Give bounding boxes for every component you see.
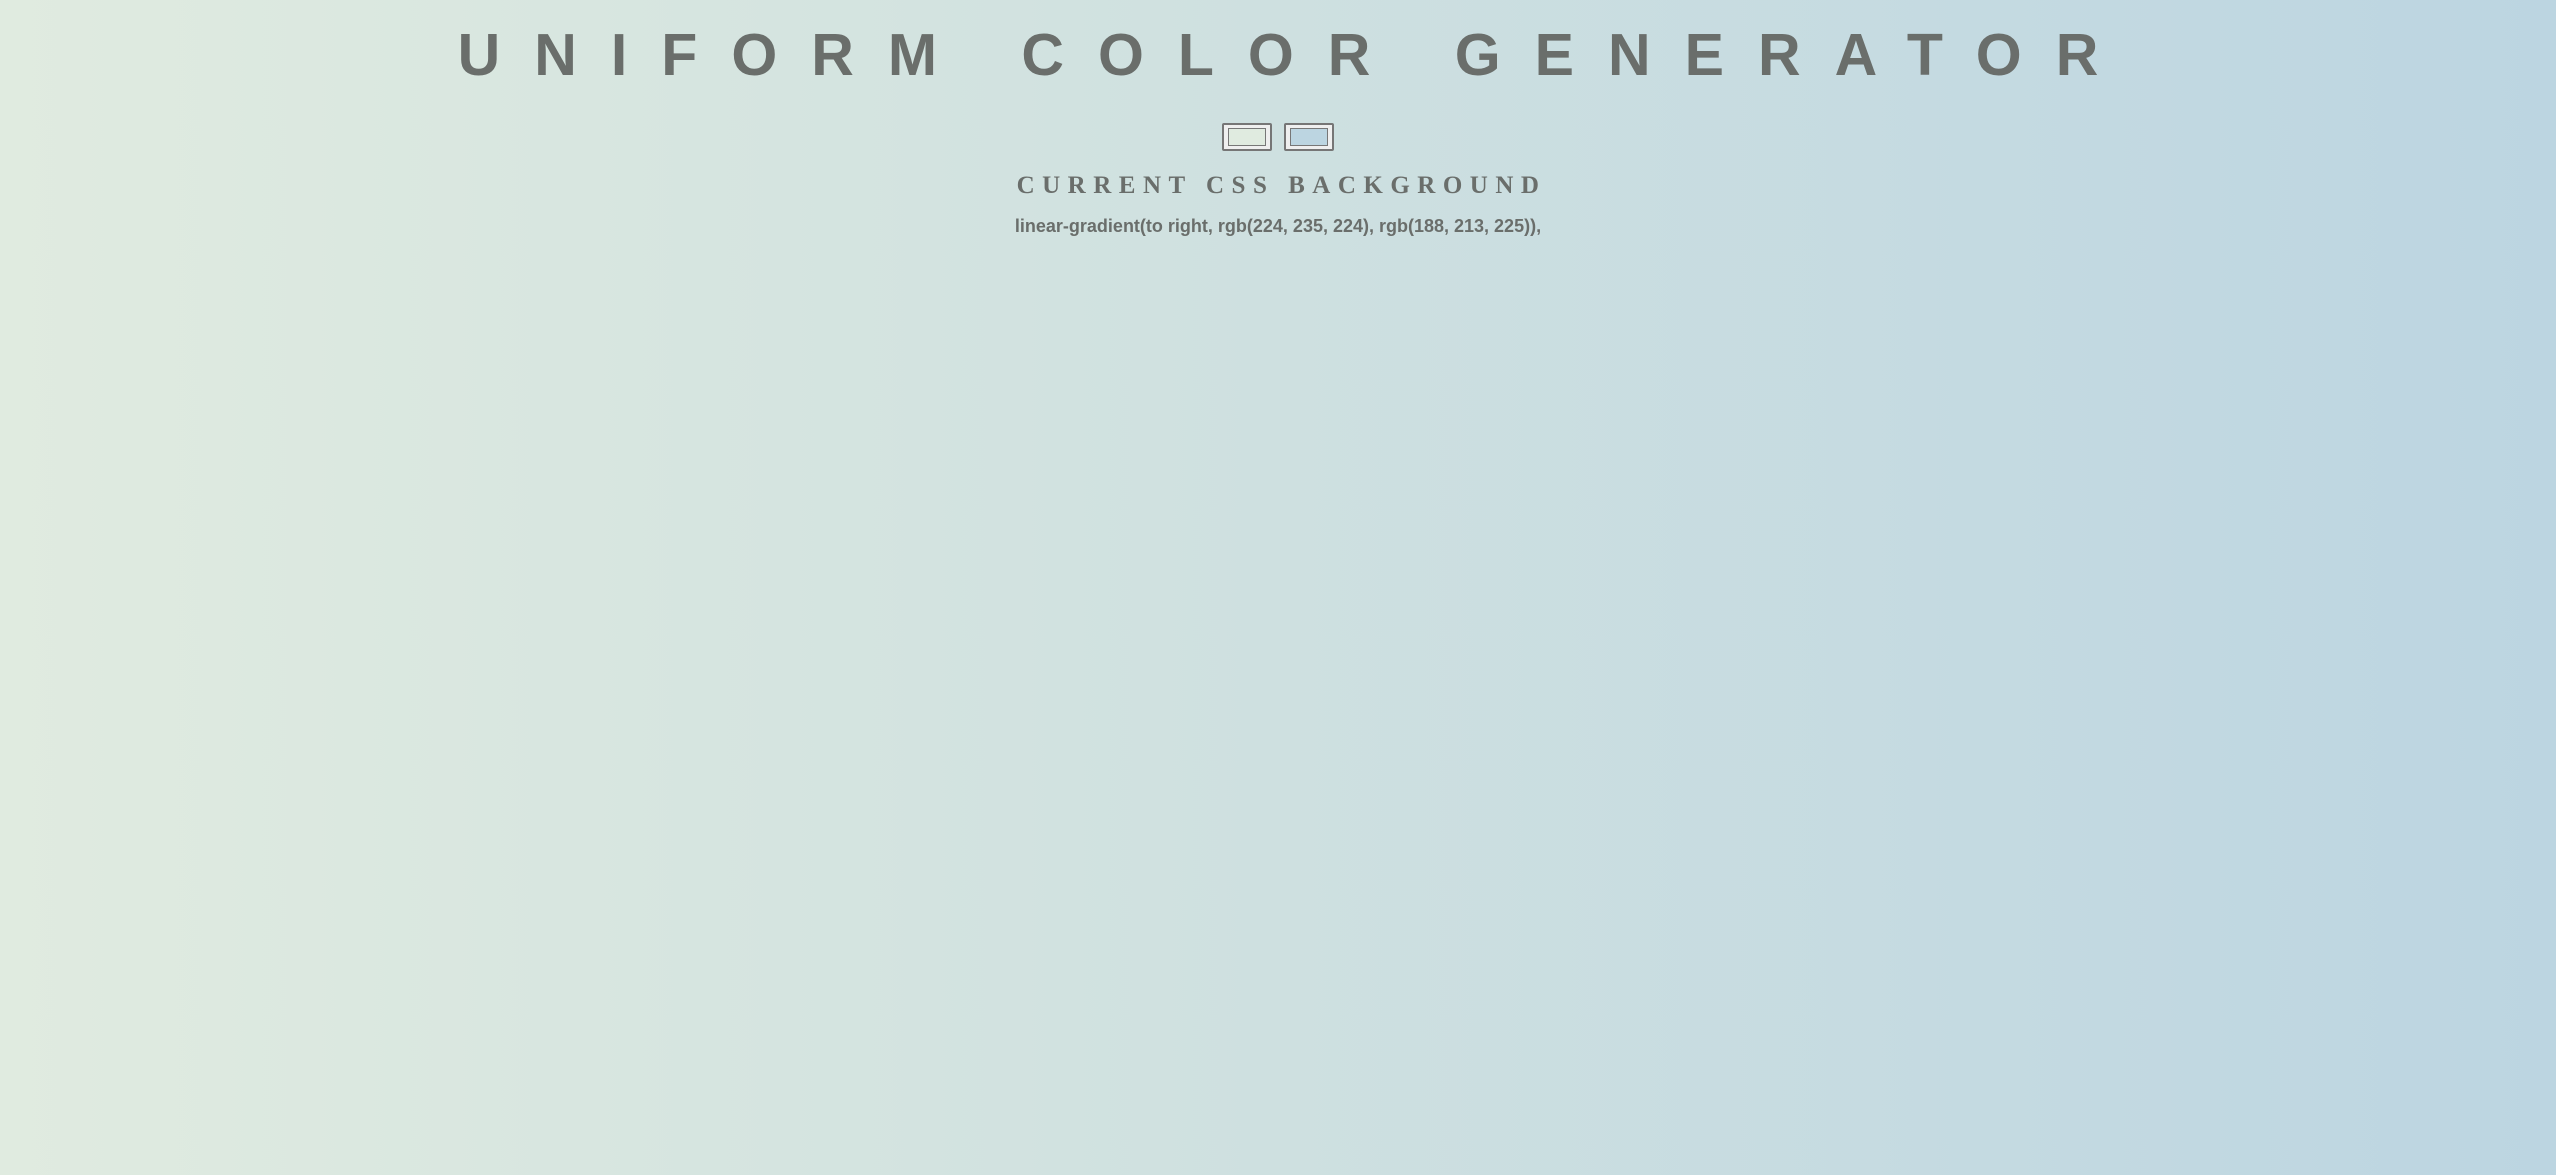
color-swatch-1 [1228,128,1266,146]
color-pickers [0,123,2556,151]
color-picker-2[interactable] [1284,123,1334,151]
css-background-heading: CURRENT CSS BACKGROUND [1016,172,1547,199]
color-picker-1[interactable] [1222,123,1272,151]
page-title: UNIFORM COLOR GENERATOR [457,22,2133,88]
css-background-value: linear-gradient(to right, rgb(224, 235, … [1014,216,1542,236]
color-swatch-2 [1290,128,1328,146]
